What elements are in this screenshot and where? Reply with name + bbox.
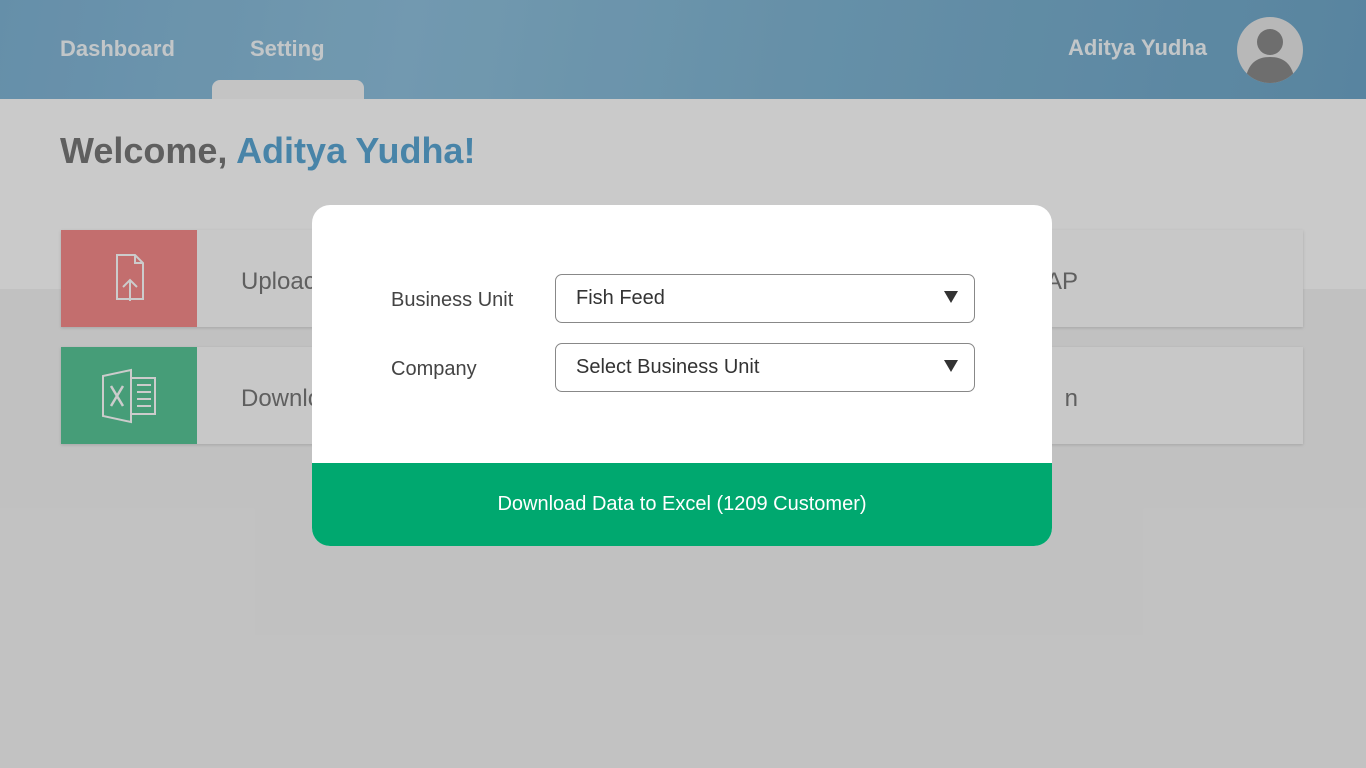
dropdown-arrow-icon <box>944 360 958 372</box>
business-unit-select[interactable]: Fish Feed <box>555 274 975 323</box>
company-select[interactable]: Select Business Unit <box>555 343 975 392</box>
business-unit-label: Business Unit <box>391 289 514 311</box>
company-value: Select Business Unit <box>576 356 760 378</box>
business-unit-value: Fish Feed <box>576 287 665 309</box>
download-excel-button[interactable]: Download Data to Excel (1209 Customer) <box>312 463 1052 546</box>
dropdown-arrow-icon <box>944 291 958 303</box>
download-modal: Business Unit Fish Feed Company Select B… <box>312 205 1052 546</box>
company-label: Company <box>391 358 477 380</box>
